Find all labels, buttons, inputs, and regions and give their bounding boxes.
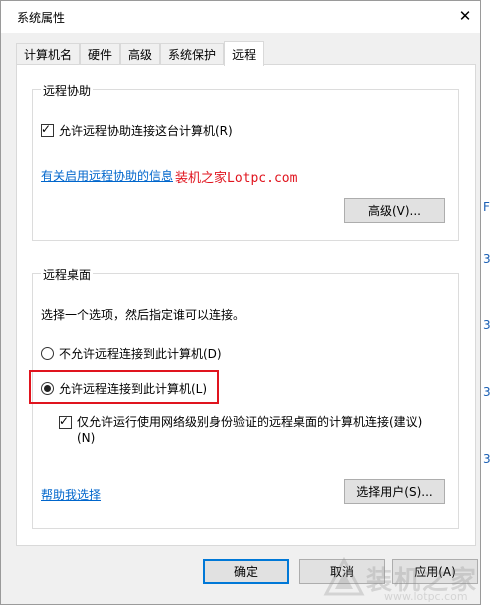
checkmark-icon: ✓	[59, 414, 70, 428]
nla-checkbox[interactable]: ✓	[59, 414, 72, 429]
nla-label-line1: 仅允许运行使用网络级别身份验证的远程桌面的计算机连接(建议)	[77, 415, 423, 429]
remote-assistance-group: 远程协助 ✓ 允许远程协助连接这台计算机(R) 有关启用远程协助的信息 高级(V…	[32, 82, 459, 241]
deny-remote-row[interactable]: 不允许远程连接到此计算机(D)	[41, 345, 222, 362]
select-users-button-label: 选择用户(S)...	[356, 485, 433, 499]
remote-assistance-help-link[interactable]: 有关启用远程协助的信息	[41, 167, 173, 184]
allow-remote-assistance-row[interactable]: ✓ 允许远程协助连接这台计算机(R)	[41, 122, 233, 139]
nla-row[interactable]: ✓ 仅允许运行使用网络级别身份验证的远程桌面的计算机连接(建议) (N)	[59, 414, 422, 446]
deny-remote-radio[interactable]	[41, 347, 54, 360]
allow-remote-assistance-label: 允许远程协助连接这台计算机(R)	[59, 124, 233, 138]
tab-label: 硬件	[88, 48, 113, 62]
background-fragment: 3	[483, 452, 491, 466]
help-me-choose-link[interactable]: 帮助我选择	[41, 486, 101, 503]
tab-system-protection[interactable]: 系统保护	[160, 43, 225, 65]
nla-label: 仅允许运行使用网络级别身份验证的远程桌面的计算机连接(建议) (N)	[77, 414, 422, 446]
apply-button-label: 应用(A)	[414, 565, 456, 579]
deny-remote-label: 不允许远程连接到此计算机(D)	[59, 347, 222, 361]
checkmark-icon: ✓	[41, 122, 52, 136]
title-bar[interactable]: 系统属性 ✕	[1, 1, 480, 33]
advanced-button[interactable]: 高级(V)...	[344, 198, 445, 223]
allow-remote-assistance-checkbox[interactable]: ✓	[41, 122, 54, 137]
remote-tab-panel: 远程协助 ✓ 允许远程协助连接这台计算机(R) 有关启用远程协助的信息 高级(V…	[16, 64, 476, 546]
close-icon: ✕	[458, 7, 472, 25]
background-fragment: 3	[483, 385, 491, 399]
remote-desktop-title: 远程桌面	[41, 266, 94, 283]
site-watermark: 装机之家Lotpc.com	[175, 171, 298, 186]
tab-computer-name[interactable]: 计算机名	[16, 43, 81, 65]
allow-remote-row[interactable]: 允许远程连接到此计算机(L)	[41, 380, 207, 397]
system-properties-dialog: 系统属性 ✕ 计算机名 硬件 高级 系统保护 远程 远程协助 ✓ 允许远程协助连…	[0, 0, 481, 605]
cancel-button-label: 取消	[329, 565, 354, 579]
tab-advanced[interactable]: 高级	[120, 43, 161, 65]
ok-button-label: 确定	[233, 565, 258, 579]
advanced-button-label: 高级(V)...	[367, 204, 422, 218]
background-fragment: 3	[483, 252, 491, 266]
ok-button[interactable]: 确定	[203, 559, 289, 584]
tab-hardware[interactable]: 硬件	[80, 43, 121, 65]
tab-remote[interactable]: 远程	[224, 41, 265, 66]
tab-strip: 计算机名 硬件 高级 系统保护 远程	[16, 41, 265, 66]
remote-assistance-title: 远程协助	[41, 82, 94, 99]
cancel-button[interactable]: 取消	[299, 559, 385, 584]
tab-label: 远程	[232, 47, 257, 62]
background-fragment: 3	[483, 318, 491, 332]
remote-desktop-group: 远程桌面 选择一个选项，然后指定谁可以连接。 不允许远程连接到此计算机(D) 允…	[29, 266, 459, 529]
select-users-button[interactable]: 选择用户(S)...	[344, 479, 445, 504]
background-fragment: F	[483, 200, 490, 214]
nla-label-line2: (N)	[77, 431, 96, 445]
apply-button[interactable]: 应用(A)	[392, 559, 478, 584]
tab-label: 高级	[128, 48, 153, 62]
tab-label: 计算机名	[24, 48, 73, 62]
remote-desktop-instruction: 选择一个选项，然后指定谁可以连接。	[41, 308, 246, 322]
allow-remote-label: 允许远程连接到此计算机(L)	[59, 382, 208, 396]
background-window-strip: F 3 3 3 3	[481, 0, 493, 605]
close-button[interactable]: ✕	[450, 1, 480, 31]
allow-remote-radio[interactable]	[41, 382, 54, 395]
window-title: 系统属性	[17, 11, 66, 25]
tab-label: 系统保护	[168, 48, 217, 62]
